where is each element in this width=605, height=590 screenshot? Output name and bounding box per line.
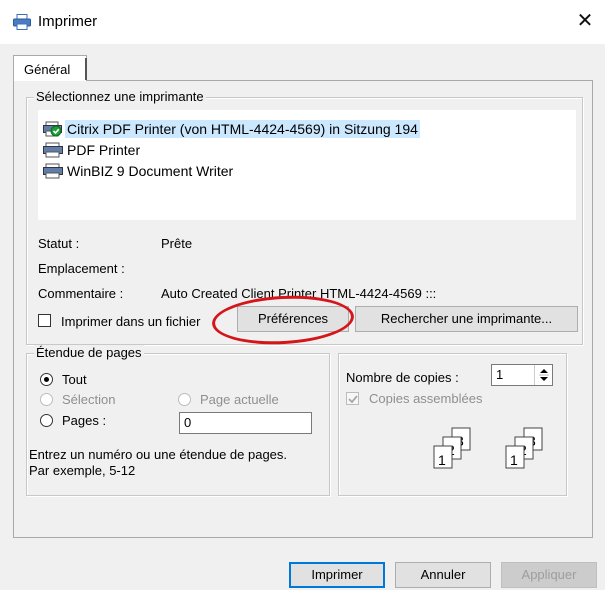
location-label: Emplacement :: [38, 261, 125, 276]
printer-item[interactable]: PDF Printer: [43, 140, 142, 160]
printer-name: WinBIZ 9 Document Writer: [67, 163, 234, 179]
copies-count-value: 1: [496, 367, 504, 382]
tab-edge: [85, 58, 87, 80]
printer-group-legend: Sélectionnez une imprimante: [34, 89, 206, 104]
printer-item[interactable]: Citrix PDF Printer (von HTML-4424-4569) …: [43, 119, 420, 139]
status-label: Statut :: [38, 236, 80, 251]
printer-default-icon: [43, 121, 62, 137]
copies-spinner[interactable]: [534, 365, 552, 385]
check-icon: [348, 395, 358, 404]
copies-count-label: Nombre de copies :: [346, 370, 459, 385]
svg-text:1: 1: [438, 452, 446, 468]
page-range-hint: Entrez un numéro ou une étendue de pages…: [29, 447, 288, 462]
apply-button[interactable]: Appliquer: [501, 562, 597, 588]
range-current-page-radio[interactable]: [178, 393, 191, 406]
tab-general[interactable]: Général: [13, 55, 87, 81]
comment-label: Commentaire :: [38, 286, 124, 301]
window-title: Imprimer: [38, 13, 98, 30]
svg-text:1: 1: [510, 452, 518, 468]
printer-name: Citrix PDF Printer (von HTML-4424-4569) …: [65, 120, 420, 138]
range-all-label: Tout: [62, 372, 87, 387]
printer-name: PDF Printer: [67, 142, 141, 158]
page-range-example: Par exemple, 5-12: [29, 463, 136, 478]
printer-list[interactable]: Citrix PDF Printer (von HTML-4424-4569) …: [38, 110, 576, 220]
status-value: Prête: [161, 236, 193, 251]
printer-icon: [43, 142, 63, 158]
printer-icon: [13, 14, 31, 30]
find-printer-button[interactable]: Rechercher une imprimante...: [355, 306, 578, 332]
print-to-file-checkbox[interactable]: [38, 314, 51, 327]
range-pages-radio[interactable]: [40, 414, 53, 427]
collate-label: Copies assemblées: [369, 391, 483, 406]
range-pages-label: Pages :: [62, 413, 107, 428]
range-current-page-label: Page actuelle: [200, 392, 279, 407]
spinner-arrows-icon: [539, 369, 549, 381]
range-selection-label: Sélection: [62, 392, 116, 407]
collate-pages-icon: 3 2 1 3 2 1: [433, 427, 543, 469]
print-button[interactable]: Imprimer: [289, 562, 385, 588]
range-selection-radio[interactable]: [40, 393, 53, 406]
collate-checkbox[interactable]: [346, 392, 359, 405]
printer-icon: [43, 163, 63, 179]
print-to-file-label: Imprimer dans un fichier: [61, 314, 201, 329]
close-icon[interactable]: ✕: [572, 10, 598, 34]
printer-item[interactable]: WinBIZ 9 Document Writer: [43, 161, 235, 181]
range-all-radio[interactable]: [40, 373, 53, 386]
cancel-button[interactable]: Annuler: [395, 562, 491, 588]
pages-input[interactable]: 0: [179, 412, 312, 434]
page-range-legend: Étendue de pages: [34, 345, 144, 360]
